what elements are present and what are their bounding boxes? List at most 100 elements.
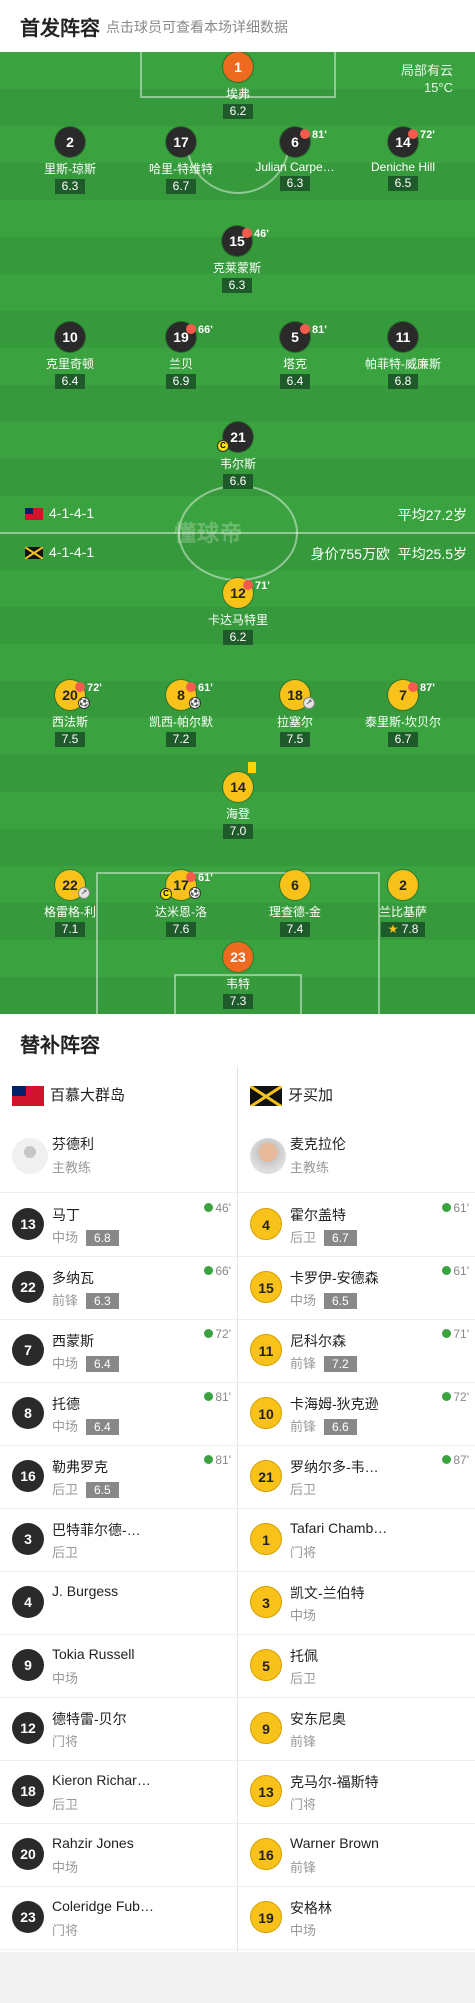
sub-number: 9 [250,1712,282,1744]
star-icon: ★ [387,922,399,936]
sub-name: 尼科尔森 [290,1333,346,1349]
bermuda-flag-icon [25,508,43,521]
player-home-mid-3[interactable]: 5 81' 塔克 6.4 [240,322,350,390]
away-sub-row[interactable]: 10 卡海姆-狄克逊 前锋 6.6 72' [238,1383,475,1446]
sub-number: 21 [250,1460,282,1492]
player-away-def-2[interactable]: 17 61' C ⚽ 达米恩-洛 7.6 [126,870,236,938]
player-number: 17 [166,127,196,157]
away-sub-row[interactable]: 9 安东尼奥 前锋 [238,1698,475,1761]
player-name: 里斯-琼斯 [44,162,96,176]
away-sub-row[interactable]: 5 托佩 后卫 [238,1635,475,1698]
player-number: 8 61' ⚽ [166,680,213,710]
player-number: 10 [55,322,85,352]
away-formation: 4-1-4-1 [25,544,94,560]
sub-position: 门将 [290,1545,317,1560]
sub-position-line: 中场 [52,1857,78,1876]
sub-position-line: 中场 [290,1920,316,1939]
sub-in-icon [442,1455,452,1465]
player-home-mid-4[interactable]: 11 帕菲特-威廉斯 6.8 [348,322,458,390]
away-sub-row[interactable]: 13 克马尔-福斯特 门将 [238,1761,475,1824]
home-sub-row[interactable]: 8 托德 中场 6.4 81' [0,1383,237,1446]
away-coach[interactable]: 麦克拉伦 主教练 [238,1124,475,1188]
player-number: 7 87' [388,680,435,710]
player-away-dm[interactable]: 14 海登 7.0 [183,762,293,840]
away-sub-row[interactable]: 19 安格林 中场 [238,1887,475,1950]
home-sub-row[interactable]: 9 Tokia Russell 中场 [0,1635,237,1698]
sub-position-line: 后卫 6.7 [290,1227,357,1246]
player-home-fw[interactable]: 21 C 韦尔斯 6.6 [183,422,293,490]
sub-in-icon [442,1329,452,1339]
home-sub-row[interactable]: 16 勒弗罗克 后卫 6.5 81' [0,1446,237,1509]
home-sub-row[interactable]: 22 多纳瓦 前锋 6.3 66' [0,1257,237,1320]
home-sub-row[interactable]: 12 德特雷-贝尔 门将 [0,1698,237,1761]
player-away-mid-2[interactable]: 8 61' ⚽ 凯西-帕尔默 7.2 [126,680,236,748]
player-away-mid-1[interactable]: 20 72' ⚽ 西法斯 7.5 [15,680,125,748]
player-away-def-3[interactable]: 6 理查德-金 7.4 [240,870,350,938]
away-sub-row[interactable]: 1 Tafari Chamb… 门将 [238,1509,475,1572]
player-name: 西法斯 [51,715,88,729]
sub-in-time: 81' [204,1390,231,1404]
sub-number: 3 [250,1586,282,1618]
player-home-mid-2[interactable]: 19 66' 兰贝 6.9 [126,322,236,390]
sub-number: 1 [250,1523,282,1555]
sub-number: 20 [12,1838,44,1870]
player-home-def-3[interactable]: 6 81' Julian Carpe… 6.3 [240,127,350,192]
sub-rating: 6.5 [324,1293,357,1309]
home-sub-row[interactable]: 7 西蒙斯 中场 6.4 72' [0,1320,237,1383]
away-sub-row[interactable]: 11 尼科尔森 前锋 7.2 71' [238,1320,475,1383]
player-home-def-4[interactable]: 14 72' Deniche Hill 6.5 [348,127,458,192]
away-sub-row[interactable]: 4 霍尔盖特 后卫 6.7 61' [238,1194,475,1257]
sub-rating: 6.4 [86,1356,119,1372]
player-rating: 7.0 [222,824,254,839]
player-away-gk[interactable]: 23 韦特 7.3 [183,942,293,1010]
player-home-gk[interactable]: 1 埃弗 6.2 [183,52,293,120]
sub-position-line: 门将 [52,1920,78,1939]
sub-out-indicator: 72' [408,120,435,150]
sub-name: 托德 [52,1396,80,1412]
sub-rating: 7.2 [324,1356,357,1372]
player-away-mid-3[interactable]: 18 ↗ 拉塞尔 7.5 [240,680,350,748]
away-sub-row[interactable]: 21 罗纳尔多-韦… 后卫 87' [238,1446,475,1509]
player-number: 18 ↗ [280,680,315,710]
player-home-def-2[interactable]: 17 哈里-特维特 6.7 [126,127,236,195]
sub-position: 后卫 [52,1545,79,1560]
sub-name: 西蒙斯 [52,1333,94,1349]
sub-in-time: 66' [204,1264,231,1278]
sub-rating: 6.4 [86,1419,119,1435]
home-sub-row[interactable]: 3 巴特菲尔德-… 后卫 [0,1509,237,1572]
player-away-def-1[interactable]: 22 ↗ 格雷格-利 7.1 [15,870,125,938]
coach-avatar [12,1138,48,1174]
home-coach[interactable]: 芬德利 主教练 [0,1124,237,1188]
home-sub-row[interactable]: 18 Kieron Richar… 后卫 [0,1761,237,1824]
sub-position-line: 后卫 [52,1794,78,1813]
bermuda-flag-icon [12,1086,44,1107]
player-away-mid-4[interactable]: 7 87' 泰里斯-坎贝尔 6.7 [348,680,458,748]
home-sub-row[interactable]: 13 马丁 中场 6.8 46' [0,1194,237,1257]
sub-position: 前锋 [290,1860,317,1875]
sub-position: 中场 [52,1419,79,1434]
divider [0,1192,475,1193]
sub-in-time: 71' [442,1327,469,1341]
away-sub-row[interactable]: 3 凯文-兰伯特 中场 [238,1572,475,1635]
player-name: 塔克 [282,357,307,371]
away-sub-row[interactable]: 16 Warner Brown 前锋 [238,1824,475,1887]
home-sub-row[interactable]: 23 Coleridge Fub… 门将 [0,1887,237,1950]
sub-name: 马丁 [52,1207,80,1223]
home-sub-row[interactable]: 4 J. Burgess [0,1572,237,1635]
sub-rating: 6.7 [324,1230,357,1246]
player-name: 埃弗 [225,87,250,101]
player-number: 20 72' ⚽ [55,680,102,710]
sub-out-indicator: 66' [186,315,213,345]
sub-position-line: 前锋 6.6 [290,1416,357,1435]
sub-name: Coleridge Fub… [52,1898,154,1914]
player-away-fw[interactable]: 12 71' 卡达马特里 6.2 [183,578,293,646]
home-sub-row[interactable]: 20 Rahzir Jones 中场 [0,1824,237,1887]
player-away-def-4[interactable]: 2 兰比基萨 ★ 7.8 [348,870,458,938]
sub-position-line: 门将 [290,1542,316,1561]
sub-in-icon [204,1266,214,1276]
player-home-dm[interactable]: 15 46' 克莱蒙斯 6.3 [182,226,292,294]
away-sub-row[interactable]: 15 卡罗伊-安德森 中场 6.5 61' [238,1257,475,1320]
player-home-mid-1[interactable]: 10 克里奇顿 6.4 [15,322,125,390]
player-number: 19 66' [166,322,213,352]
player-home-def-1[interactable]: 2 里斯-琼斯 6.3 [15,127,125,195]
